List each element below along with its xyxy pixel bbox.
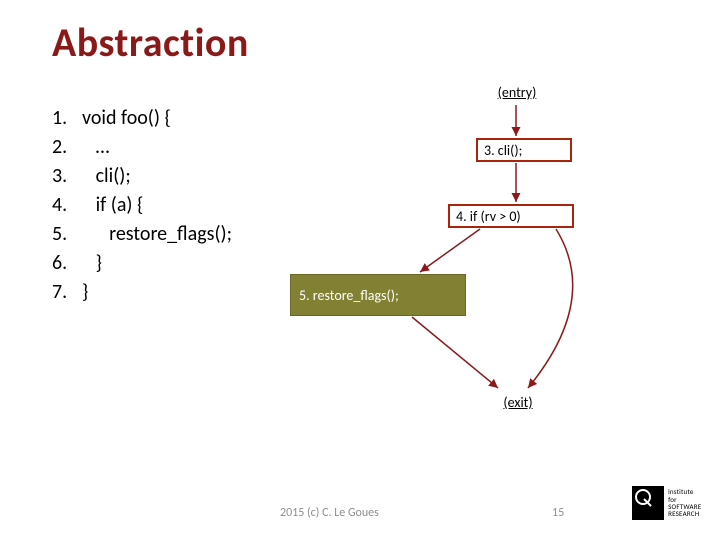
graph-entry-node: (entry): [478, 80, 556, 104]
footer-copyright: 2015 (c) C. Le Goues: [280, 506, 379, 520]
graph-node-3: 3. cli();: [476, 138, 572, 162]
line-text: cli();: [82, 162, 131, 191]
line-text: restore_flags();: [82, 220, 232, 249]
code-line: 1.void foo() {: [52, 104, 232, 133]
line-text: }: [82, 278, 88, 307]
graph-node-5: 5. restore_flags();: [290, 274, 466, 316]
line-number: 7.: [52, 278, 82, 307]
line-number: 4.: [52, 191, 82, 220]
code-listing: 1.void foo() { 2. … 3. cli(); 4. if (a) …: [52, 104, 232, 307]
logo-text-line: institute for: [668, 488, 702, 503]
footer-page-number: 15: [552, 506, 564, 520]
logo-text: institute for SOFTWARE RESEARCH: [668, 488, 702, 517]
line-number: 3.: [52, 162, 82, 191]
graph-node-4: 4. if (rv > 0): [448, 204, 574, 228]
isr-logo: institute for SOFTWARE RESEARCH: [632, 480, 702, 526]
line-number: 6.: [52, 249, 82, 278]
magnifier-icon: [632, 486, 664, 520]
code-line: 6. }: [52, 249, 232, 278]
line-text: void foo() {: [82, 104, 171, 133]
code-line: 2. …: [52, 133, 232, 162]
logo-text-line: RESEARCH: [668, 510, 702, 517]
code-line: 3. cli();: [52, 162, 232, 191]
line-number: 2.: [52, 133, 82, 162]
code-line: 4. if (a) {: [52, 191, 232, 220]
line-number: 5.: [52, 220, 82, 249]
line-text: }: [82, 249, 102, 278]
line-text: if (a) {: [82, 191, 143, 220]
graph-exit-node: (exit): [484, 390, 552, 414]
line-text: …: [82, 133, 109, 162]
code-line: 5. restore_flags();: [52, 220, 232, 249]
line-number: 1.: [52, 104, 82, 133]
code-line: 7.}: [52, 278, 232, 307]
slide-title: Abstraction: [52, 18, 249, 67]
